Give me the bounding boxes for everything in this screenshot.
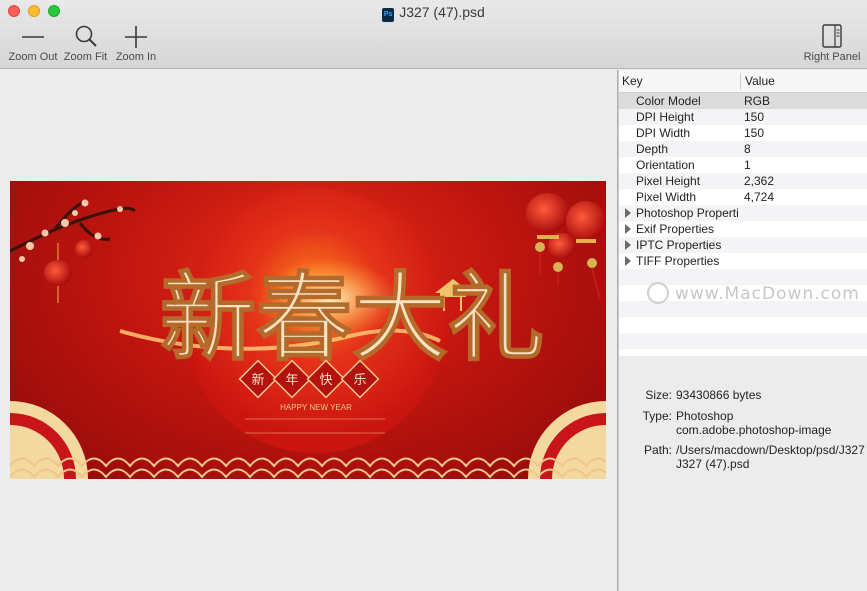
size-label: Size: xyxy=(645,388,672,402)
disclosure-triangle-icon[interactable] xyxy=(625,240,631,250)
file-info: Size: 93430866 bytes Type: Photoshop com… xyxy=(619,388,867,476)
zoom-fit-label: Zoom Fit xyxy=(63,51,108,63)
info-size: Size: 93430866 bytes xyxy=(619,388,867,402)
column-header-value[interactable]: Value xyxy=(745,74,775,88)
table-row-exif-properties[interactable]: Exif Properties xyxy=(619,221,867,237)
macdown-logo-icon xyxy=(647,282,669,304)
disclosure-triangle-icon[interactable] xyxy=(625,256,631,266)
size-value: 93430866 bytes xyxy=(676,388,762,402)
new-year-banner-artwork: 新春大礼 新 年 快 乐 HAPPY NEW YEAR xyxy=(10,189,606,479)
seal-char-3: 快 xyxy=(319,373,332,388)
left-fan xyxy=(10,401,88,479)
calligraphy-title: 新春大礼 xyxy=(160,261,544,374)
row-key: Pixel Width xyxy=(636,190,697,204)
row-key: TIFF Properties xyxy=(636,254,720,268)
happy-new-year-text: HAPPY NEW YEAR xyxy=(280,403,352,412)
row-value: RGB xyxy=(744,94,771,108)
table-row-color-model[interactable]: Color Model RGB xyxy=(619,93,867,109)
table-body: Color Model RGB DPI Height 150 DPI Width… xyxy=(619,93,867,349)
zoom-out-label: Zoom Out xyxy=(8,51,58,63)
table-row-dpi-width[interactable]: DPI Width 150 xyxy=(619,125,867,141)
row-key: Pixel Height xyxy=(636,174,701,188)
disclosure-triangle-icon[interactable] xyxy=(625,208,631,218)
row-key: Color Model xyxy=(636,94,701,108)
wave-pattern xyxy=(10,457,606,479)
image-viewer[interactable]: 新春大礼 新 年 快 乐 HAPPY NEW YEAR xyxy=(0,70,617,591)
table-row-empty xyxy=(619,333,867,349)
window-titlebar: Ps J327 (47).psd Zoom Out Zoom Fit Zoom I… xyxy=(0,0,867,69)
right-panel-label: Right Panel xyxy=(803,51,861,63)
zoom-in-label: Zoom In xyxy=(115,51,157,63)
seal-char-1: 新 xyxy=(251,372,264,388)
row-key: Orientation xyxy=(636,158,695,172)
disclosure-triangle-icon[interactable] xyxy=(625,224,631,234)
table-row-dpi-height[interactable]: DPI Height 150 xyxy=(619,109,867,125)
info-path: Path: /Users/macdown/Desktop/psd/J327 (4… xyxy=(619,443,867,471)
table-row-depth[interactable]: Depth 8 xyxy=(619,141,867,157)
column-header-key[interactable]: Key xyxy=(622,74,643,88)
zoom-out-button[interactable]: Zoom Out xyxy=(8,24,58,63)
info-type: Type: Photoshop com.adobe.photoshop-imag… xyxy=(619,409,867,437)
type-label: Type: xyxy=(642,409,672,423)
right-panel-button[interactable]: Right Panel xyxy=(801,24,863,63)
left-lanterns xyxy=(44,240,93,303)
row-value: 150 xyxy=(744,126,765,140)
type-value-1: Photoshop xyxy=(676,409,734,423)
sidebar-panel-icon xyxy=(822,24,842,48)
table-row-pixel-height[interactable]: Pixel Height 2,362 xyxy=(619,173,867,189)
table-row-iptc-properties[interactable]: IPTC Properties xyxy=(619,237,867,253)
path-label: Path: xyxy=(643,443,672,457)
watermark-text: www.MacDown.com xyxy=(675,284,860,304)
zoom-fit-button[interactable]: Zoom Fit xyxy=(63,24,108,63)
seal-char-2: 年 xyxy=(285,373,298,388)
row-key: DPI Height xyxy=(636,110,695,124)
type-value-2: com.adobe.photoshop-image xyxy=(676,423,832,437)
window-title-text: J327 (47).psd xyxy=(399,4,485,20)
path-value-2: J327 (47).psd xyxy=(676,457,750,471)
seal-char-4: 乐 xyxy=(353,373,366,388)
row-value: 8 xyxy=(744,142,751,156)
table-header: Key Value xyxy=(619,70,867,93)
table-row-empty xyxy=(619,317,867,333)
right-fan xyxy=(528,401,606,479)
table-row-photoshop-properties[interactable]: Photoshop Properti xyxy=(619,205,867,221)
table-row-orientation[interactable]: Orientation 1 xyxy=(619,157,867,173)
zoom-in-button[interactable]: Zoom In xyxy=(114,24,158,63)
window-title: Ps J327 (47).psd xyxy=(0,4,867,22)
row-value: 4,724 xyxy=(744,190,775,204)
row-key: Depth xyxy=(636,142,669,156)
row-key: DPI Width xyxy=(636,126,691,140)
row-key: IPTC Properties xyxy=(636,238,722,252)
photoshop-file-icon: Ps xyxy=(382,8,395,22)
row-value: 1 xyxy=(744,158,751,172)
image-preview[interactable]: 新春大礼 新 年 快 乐 HAPPY NEW YEAR xyxy=(10,181,606,479)
table-row-pixel-width[interactable]: Pixel Width 4,724 xyxy=(619,189,867,205)
minus-icon xyxy=(22,36,44,38)
row-key: Exif Properties xyxy=(636,222,715,236)
right-panel: Key Value Color Model RGB DPI Height 150… xyxy=(619,70,867,591)
plus-icon xyxy=(125,26,147,48)
metadata-table[interactable]: Key Value Color Model RGB DPI Height 150… xyxy=(619,70,867,356)
row-value: 2,362 xyxy=(744,174,775,188)
table-row-tiff-properties[interactable]: TIFF Properties xyxy=(619,253,867,269)
column-separator[interactable] xyxy=(740,73,741,90)
row-value: 150 xyxy=(744,110,765,124)
watermark: www.MacDown.com xyxy=(647,282,860,304)
magnifier-icon xyxy=(75,25,97,47)
path-value-1: /Users/macdown/Desktop/psd/J327 (47).psd xyxy=(676,443,867,457)
row-key: Photoshop Properti xyxy=(636,206,739,220)
